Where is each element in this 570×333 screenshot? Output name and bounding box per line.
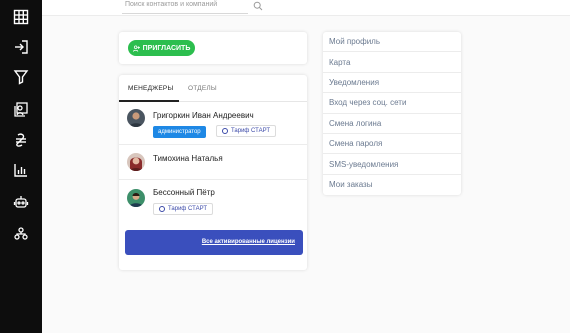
user-name[interactable]: Бессонный Пётр [153, 188, 215, 197]
invite-button[interactable]: ПРИГЛАСИТЬ [128, 40, 195, 56]
robot-icon[interactable] [11, 192, 31, 212]
sidebar [0, 0, 42, 333]
menu-item-map[interactable]: Карта [323, 52, 461, 73]
user-name[interactable]: Григоркин Иван Андреевич [153, 111, 254, 120]
main-content: Поиск контактов и компаний ПРИГЛАСИТЬ МЕ… [42, 0, 570, 333]
tariff-badge[interactable]: Тариф СТАРТ [153, 203, 214, 215]
menu-item-change-login[interactable]: Смена логина [323, 114, 461, 134]
tab-managers[interactable]: МЕНЕДЖЕРЫ [128, 85, 173, 92]
user-name[interactable]: Тимохина Наталья [153, 154, 223, 163]
licenses-banner: Все активированные лицензии [125, 230, 303, 255]
search-icon[interactable] [253, 1, 263, 11]
invite-card: ПРИГЛАСИТЬ [119, 32, 307, 64]
avatar [127, 109, 145, 127]
tabs: МЕНЕДЖЕРЫ ОТДЕЛЫ [119, 75, 307, 102]
top-bar: Поиск контактов и компаний [42, 0, 570, 16]
managers-card: МЕНЕДЖЕРЫ ОТДЕЛЫ Григоркин Иван Андрееви… [119, 75, 307, 270]
menu-item-orders[interactable]: Мои заказы [323, 175, 461, 195]
tariff-badge[interactable]: Тариф СТАРТ [216, 125, 277, 137]
org-structure-icon[interactable] [11, 224, 31, 244]
search-input[interactable]: Поиск контактов и компаний [122, 0, 248, 14]
contacts-icon[interactable] [11, 99, 31, 119]
currency-icon[interactable] [11, 130, 31, 150]
tariff-icon [222, 128, 228, 134]
filter-icon[interactable] [11, 67, 31, 87]
menu-item-social-login[interactable]: Вход через соц. сети [323, 93, 461, 114]
user-row[interactable]: Тимохина Наталья [119, 145, 307, 180]
tariff-icon [159, 206, 165, 212]
tariff-label: Тариф СТАРТ [168, 206, 208, 212]
user-row[interactable]: Григоркин Иван Андреевич администратор Т… [119, 102, 307, 145]
grid-icon[interactable] [11, 7, 31, 27]
menu-item-change-password[interactable]: Смена пароля [323, 134, 461, 155]
tariff-label: Тариф СТАРТ [231, 128, 271, 134]
avatar [127, 189, 145, 207]
role-badge: администратор [153, 126, 206, 138]
avatar [127, 153, 145, 171]
menu-item-profile[interactable]: Мой профиль [323, 32, 461, 53]
login-icon[interactable] [11, 37, 31, 57]
invite-label: ПРИГЛАСИТЬ [142, 44, 191, 52]
all-licenses-link[interactable]: Все активированные лицензии [202, 239, 295, 245]
bar-chart-icon[interactable] [11, 160, 31, 180]
menu-item-sms[interactable]: SMS-уведомления [323, 154, 461, 175]
tab-departments[interactable]: ОТДЕЛЫ [188, 85, 217, 92]
add-user-icon [132, 44, 140, 52]
user-row[interactable]: Бессонный Пётр Тариф СТАРТ [119, 180, 307, 222]
profile-menu: Мой профиль Карта Уведомления Вход через… [323, 32, 461, 195]
menu-item-notifications[interactable]: Уведомления [323, 73, 461, 94]
